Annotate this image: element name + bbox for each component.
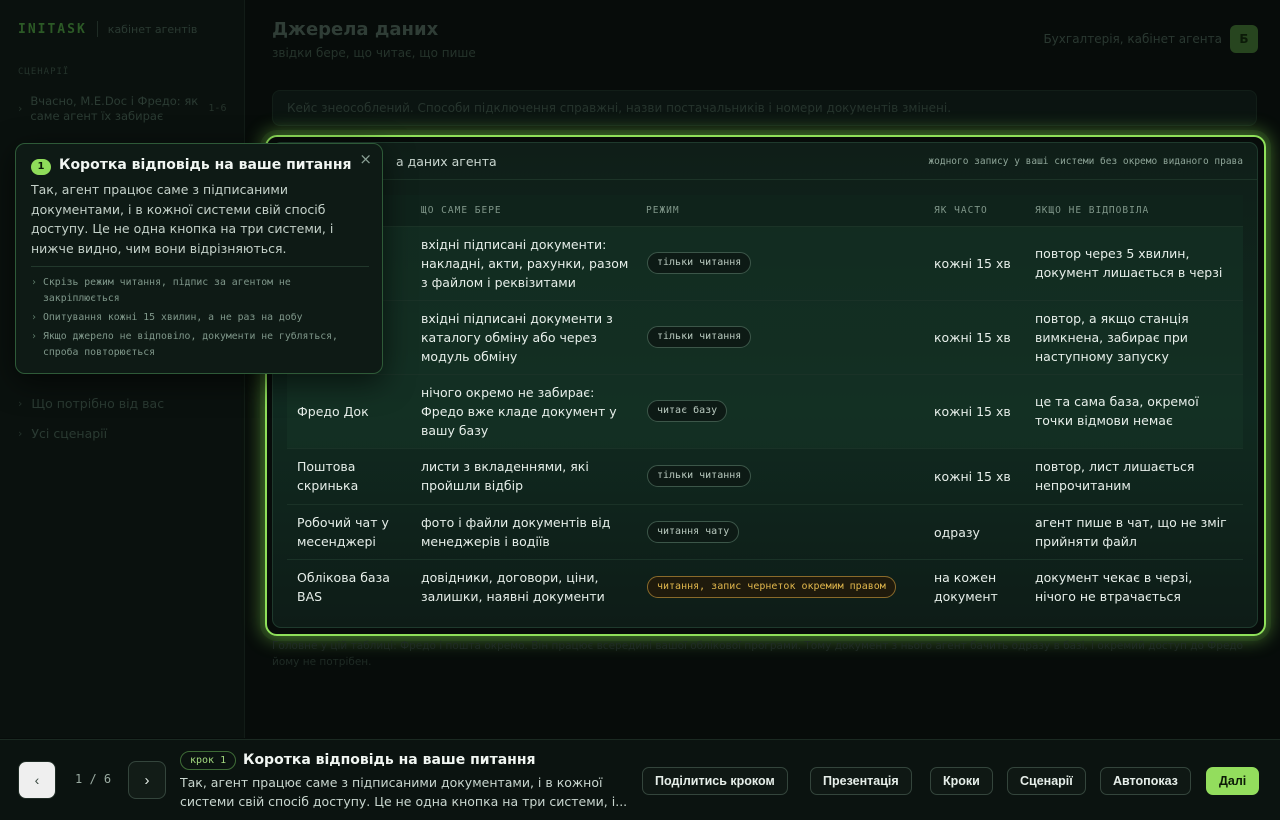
page-title: Джерела даних bbox=[272, 19, 439, 40]
autoplay-button[interactable]: Автопоказ bbox=[1100, 767, 1191, 795]
column-header-frequency: ЯК ЧАСТО bbox=[934, 205, 988, 216]
sidebar-scenario-label: Вчасно, M.E.Doc і Фредо: як саме агент ї… bbox=[30, 94, 199, 123]
cell-on-failure: повтор, лист лишається непрочитаним bbox=[1035, 459, 1195, 493]
sidebar-scenario-count: 1-6 bbox=[208, 103, 227, 114]
table-footnote: Головне у цій таблиці: Фредо і пошта окр… bbox=[272, 640, 1244, 668]
cell-takes: вхідні підписані документи: накладні, ак… bbox=[421, 237, 629, 290]
chevron-right-icon: › bbox=[31, 277, 37, 288]
brand-divider bbox=[96, 21, 98, 37]
chevron-right-icon: › bbox=[18, 427, 23, 440]
cell-takes: вхідні підписані документи з каталогу об… bbox=[421, 311, 613, 364]
cell-source: Фредо Док bbox=[297, 404, 369, 419]
mode-badge-write: читання, запис чернеток окремим правом bbox=[647, 576, 896, 598]
cell-on-failure: документ чекає в черзі, нічого не втрача… bbox=[1035, 570, 1193, 604]
popover-point-text: Скрізь режим читання, підпис за агентом … bbox=[43, 277, 291, 304]
cell-frequency: кожні 15 хв bbox=[934, 404, 1011, 419]
column-header-mode: РЕЖИМ bbox=[646, 205, 680, 216]
popover-point: › Опитування кожні 15 хвилин, а не раз н… bbox=[31, 310, 369, 326]
cell-frequency: кожні 15 хв bbox=[934, 330, 1011, 345]
popover-points: › Скрізь режим читання, підпис за агенто… bbox=[31, 275, 369, 364]
presentation-button[interactable]: Презентація bbox=[810, 767, 912, 795]
cell-takes: листи з вкладеннями, які пройшли відбір bbox=[421, 459, 589, 493]
step-counter: 1 / 6 bbox=[75, 772, 112, 786]
chevron-right-icon: › bbox=[31, 331, 37, 342]
column-header-takes: ЩО САМЕ БЕРЕ bbox=[421, 205, 502, 216]
table-row: вхідні підписані документи з каталогу об… bbox=[287, 301, 1243, 375]
anonymized-notice: Кейс знеособлений. Способи підключення с… bbox=[272, 90, 1257, 126]
chevron-right-icon: › bbox=[31, 312, 37, 323]
prev-step-button[interactable]: ‹ bbox=[18, 761, 56, 799]
popover-point: › Скрізь режим читання, підпис за агенто… bbox=[31, 275, 369, 307]
page-subtitle: звідки бере, що читає, що пише bbox=[272, 46, 476, 60]
data-sources-card: а даних агента жодного запису у ваші сис… bbox=[272, 142, 1258, 628]
popover-body: Так, агент працює саме з підписаними док… bbox=[31, 182, 334, 256]
popover-point: › Якщо джерело не відповіло, документи н… bbox=[31, 329, 369, 361]
column-header-on-failure: ЯКЩО НЕ ВІДПОВІЛА bbox=[1035, 205, 1150, 216]
tour-bottom-bar: ‹ 1 / 6 › крок 1 Коротка відповідь на ва… bbox=[0, 739, 1280, 820]
sidebar-link-label: Усі сценарії bbox=[31, 426, 108, 441]
sidebar-section-label: СЦЕНАРІЇ bbox=[18, 67, 70, 77]
step-text: Так, агент працює саме з підписаними док… bbox=[180, 775, 628, 809]
mode-badge: тільки читання bbox=[647, 252, 752, 274]
app-root: INITASK кабінет агентів СЦЕНАРІЇ › Вчасн… bbox=[0, 0, 1280, 820]
chevron-left-icon: ‹ bbox=[34, 772, 40, 788]
next-step-arrow-button[interactable]: › bbox=[128, 761, 166, 799]
cell-frequency: на кожен документ bbox=[934, 570, 998, 604]
sidebar-link-requirements[interactable]: › Що потрібно від вас bbox=[18, 396, 164, 411]
cell-source: Робочий чат у месенджері bbox=[297, 515, 389, 549]
cell-takes: фото і файли документів від менеджерів і… bbox=[421, 515, 611, 549]
avatar[interactable]: Б bbox=[1230, 25, 1258, 53]
cell-frequency: кожні 15 хв bbox=[934, 256, 1011, 271]
mode-badge: читає базу bbox=[647, 400, 728, 422]
mode-badge: читання чату bbox=[647, 521, 740, 543]
step-badge: крок 1 bbox=[180, 751, 237, 770]
next-button[interactable]: Далі bbox=[1206, 767, 1260, 795]
step-popover: 1 Коротка відповідь на ваше питання × Та… bbox=[15, 143, 383, 374]
table-row: Фредо Док нічого окремо не забирає: Фред… bbox=[287, 375, 1243, 449]
chevron-right-icon: › bbox=[18, 397, 23, 410]
brand-logo[interactable]: INITASK bbox=[18, 22, 87, 37]
brand-subtitle: кабінет агентів bbox=[107, 22, 198, 36]
chevron-right-icon: › bbox=[18, 102, 23, 115]
cell-takes: довідники, договори, ціни, залишки, наяв… bbox=[421, 570, 605, 604]
sidebar-scenario-item[interactable]: › Вчасно, M.E.Doc і Фредо: як саме агент… bbox=[18, 94, 233, 124]
sidebar-link-all-scenarios[interactable]: › Усі сценарії bbox=[18, 426, 107, 441]
table-row: Поштова скринька листи з вкладеннями, як… bbox=[287, 449, 1243, 505]
cell-frequency: одразу bbox=[934, 525, 980, 540]
cell-source: Облікова база BAS bbox=[297, 570, 390, 604]
sidebar-link-label: Що потрібно від вас bbox=[31, 396, 165, 411]
cell-on-failure: це та сама база, окремої точки відмови н… bbox=[1035, 394, 1199, 428]
popover-point-text: Якщо джерело не відповіло, документи не … bbox=[43, 331, 338, 358]
table-header: ЩО САМЕ БЕРЕ РЕЖИМ ЯК ЧАСТО ЯКЩО НЕ ВІДП… bbox=[287, 195, 1243, 227]
cell-source: Поштова скринька bbox=[297, 459, 359, 493]
table-row: Облікова база BAS довідники, договори, ц… bbox=[287, 560, 1243, 616]
popover-divider bbox=[31, 266, 369, 267]
card-title: а даних агента bbox=[396, 154, 497, 169]
card-header: а даних агента жодного запису у ваші сис… bbox=[273, 143, 1257, 180]
step-number-badge: 1 bbox=[31, 159, 51, 175]
popover-title: Коротка відповідь на ваше питання bbox=[59, 157, 352, 173]
card-note: жодного запису у ваші системи без окремо… bbox=[928, 156, 1243, 167]
step-title: Коротка відповідь на ваше питання bbox=[243, 752, 536, 768]
popover-point-text: Опитування кожні 15 хвилин, а не раз на … bbox=[43, 312, 303, 323]
chevron-right-icon: › bbox=[144, 771, 150, 789]
close-icon[interactable]: × bbox=[359, 150, 372, 168]
scenarios-button[interactable]: Сценарії bbox=[1007, 767, 1086, 795]
breadcrumb[interactable]: Бухгалтерія, кабінет агента bbox=[1043, 32, 1222, 46]
brand: INITASK кабінет агентів bbox=[18, 21, 197, 37]
steps-button[interactable]: Кроки bbox=[930, 767, 993, 795]
cell-on-failure: повтор через 5 хвилин, документ лишаєтьс… bbox=[1035, 246, 1223, 280]
table-row: вхідні підписані документи: накладні, ак… bbox=[287, 227, 1243, 301]
cell-frequency: кожні 15 хв bbox=[934, 469, 1011, 484]
mode-badge: тільки читання bbox=[647, 326, 752, 348]
cell-on-failure: агент пише в чат, що не зміг прийняти фа… bbox=[1035, 515, 1227, 549]
cell-takes: нічого окремо не забирає: Фредо вже клад… bbox=[421, 385, 617, 438]
share-step-button[interactable]: Поділитись кроком bbox=[642, 767, 788, 795]
mode-badge: тільки читання bbox=[647, 465, 752, 487]
cell-on-failure: повтор, а якщо станція вимкнена, забирає… bbox=[1035, 311, 1189, 364]
table-row: Робочий чат у месенджері фото і файли до… bbox=[287, 505, 1243, 560]
